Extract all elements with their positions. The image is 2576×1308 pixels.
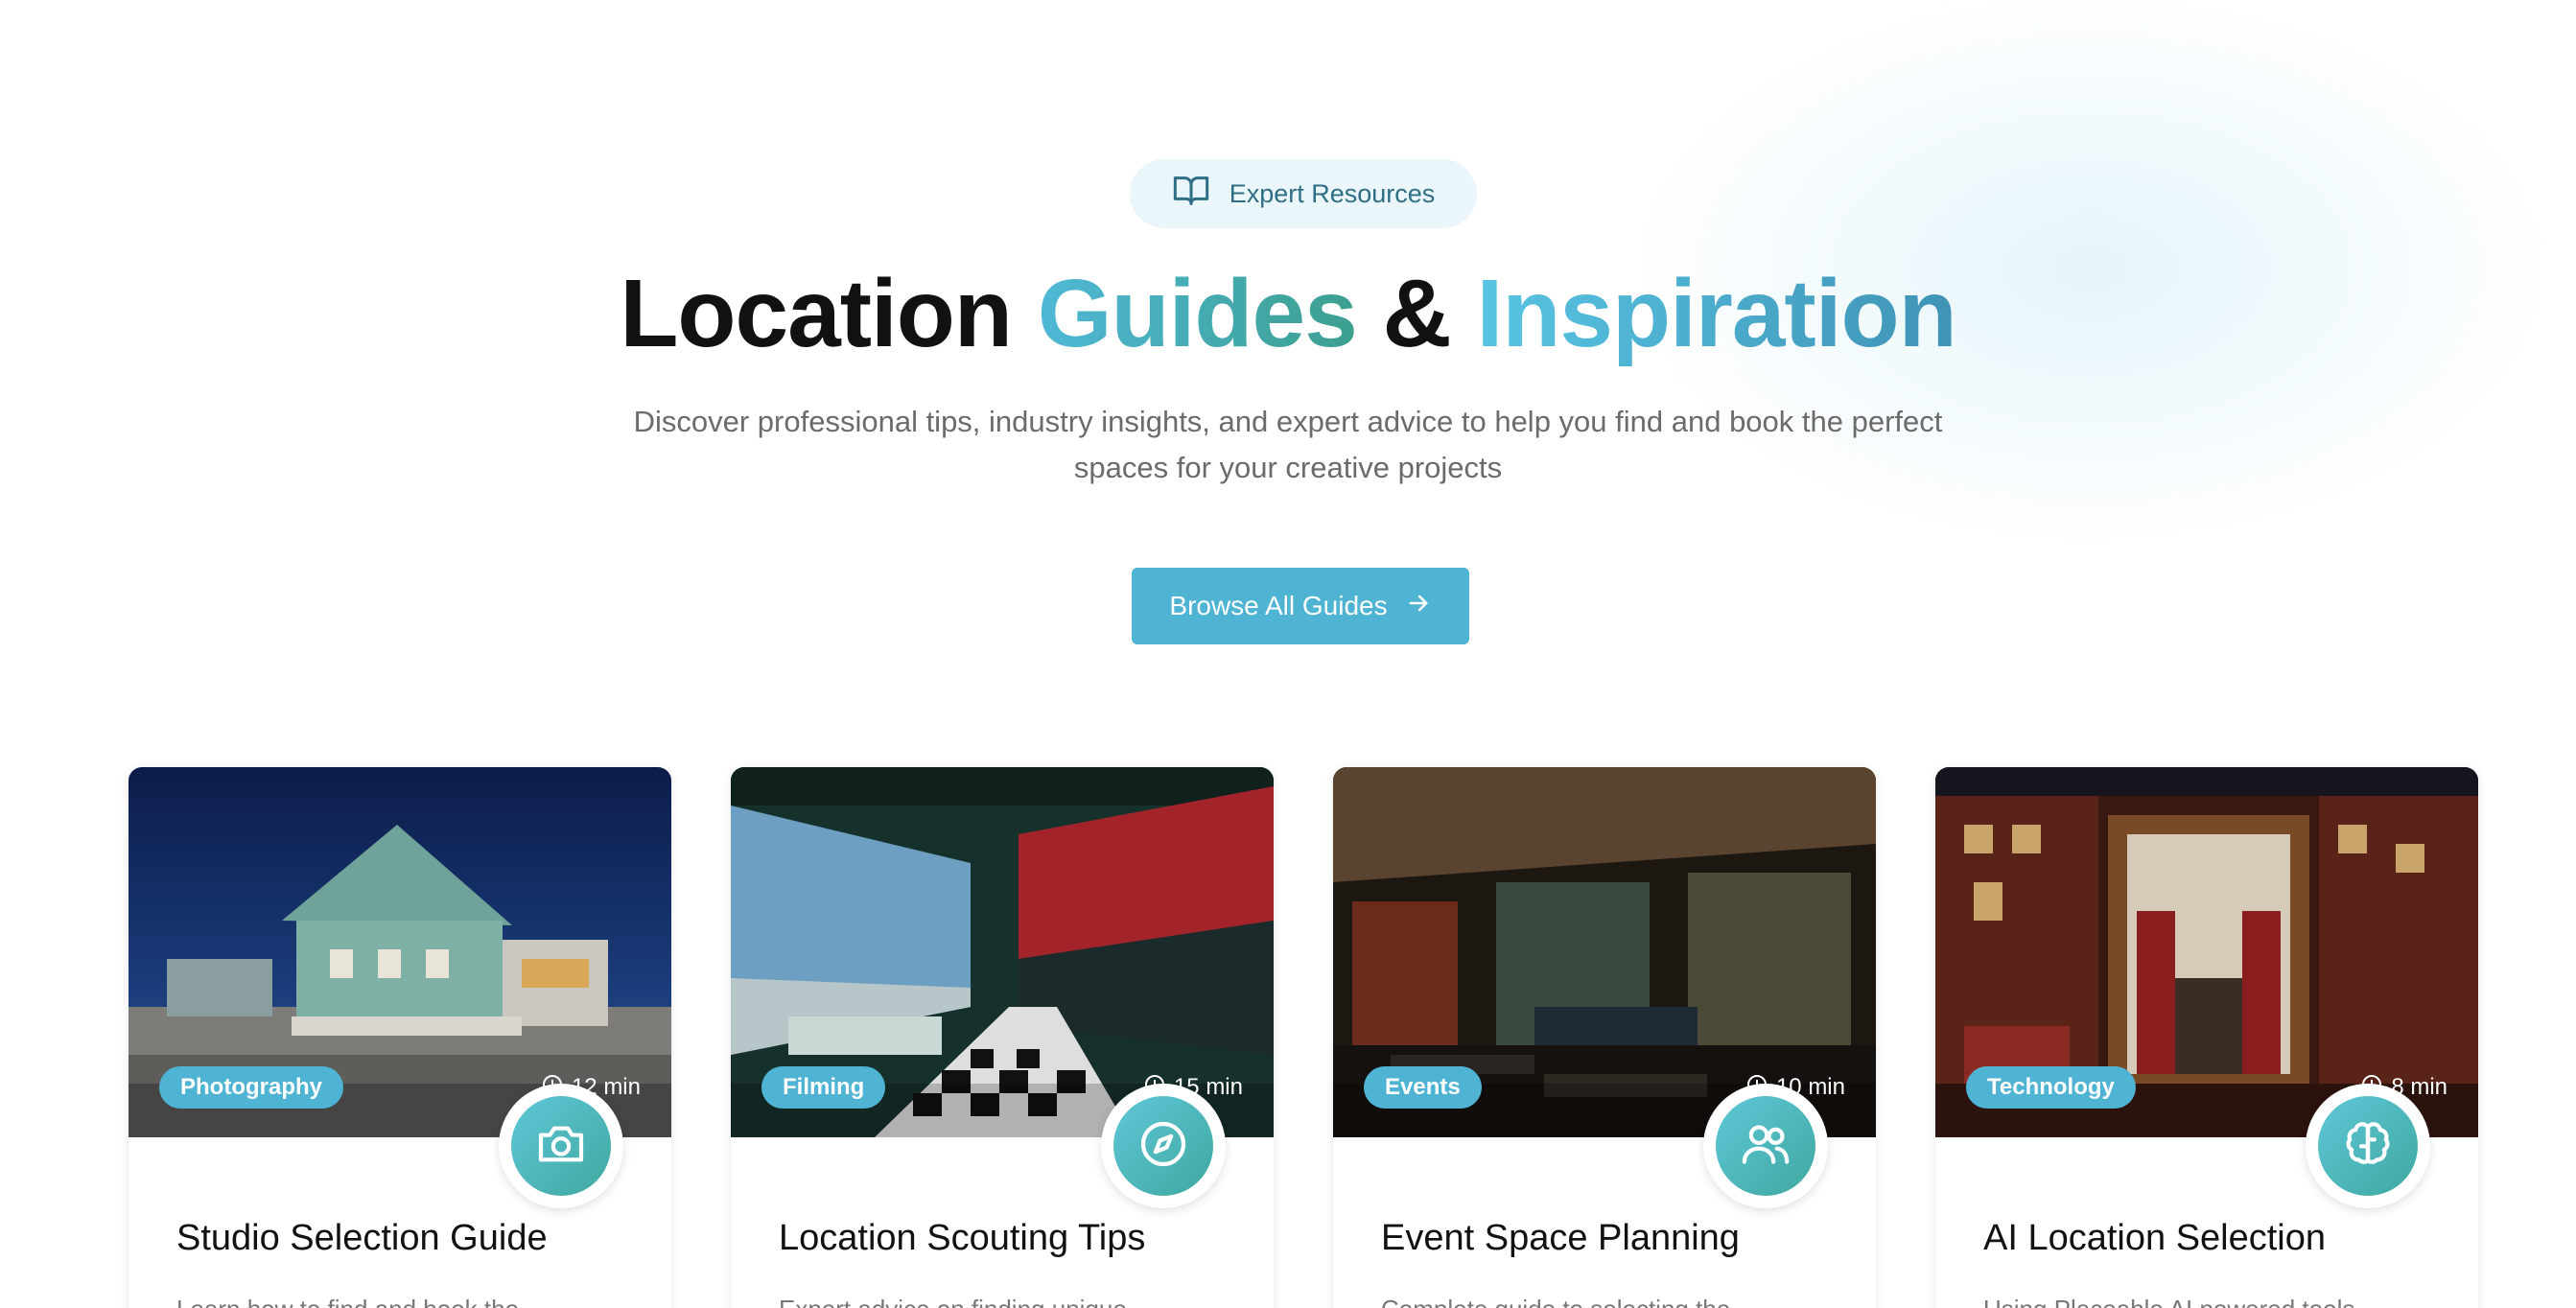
card-title: Event Space Planning <box>1381 1218 1740 1258</box>
browse-all-guides-button[interactable]: Browse All Guides <box>1132 568 1469 644</box>
arrow-right-icon <box>1405 590 1432 623</box>
card-title: AI Location Selection <box>1983 1218 2327 1258</box>
page-title: Location Guides & Inspiration <box>0 259 2576 369</box>
subtitle-line-1: Discover professional tips, industry ins… <box>633 405 1943 438</box>
book-open-icon <box>1172 172 1210 217</box>
card-description: Expert advice on finding unique <box>779 1295 1229 1308</box>
card-icon-badge <box>2306 1084 2430 1208</box>
title-inspiration: Inspiration <box>1476 260 1957 367</box>
card-icon-badge <box>1703 1084 1828 1208</box>
title-ampersand: & <box>1356 260 1477 367</box>
badge-label: Expert Resources <box>1229 178 1436 208</box>
guide-card-events[interactable]: Events 10 min Event Space Planning Compl… <box>1333 767 1876 1308</box>
card-description: Learn how to find and book the <box>176 1295 627 1308</box>
card-title: Location Scouting Tips <box>779 1218 1146 1258</box>
card-icon-badge <box>499 1084 623 1208</box>
category-badge: Events <box>1364 1066 1482 1109</box>
card-title: Studio Selection Guide <box>176 1218 548 1258</box>
users-icon <box>1739 1117 1792 1176</box>
guide-card-studio[interactable]: Photography 12 min Studio Selection Guid… <box>129 767 671 1308</box>
category-badge: Technology <box>1966 1066 2136 1109</box>
category-badge: Filming <box>761 1066 886 1109</box>
subtitle-line-2: spaces for your creative projects <box>1073 451 1503 484</box>
guide-card-scouting[interactable]: Filming 15 min Location Scouting Tips Ex… <box>731 767 1274 1308</box>
card-description: Complete guide to selecting the <box>1381 1295 1832 1308</box>
card-icon-badge <box>1101 1084 1226 1208</box>
title-guides: Guides <box>1037 260 1358 367</box>
guide-card-ai[interactable]: Technology 8 min AI Location Selection U… <box>1935 767 2478 1308</box>
card-description: Using Placeable AI powered tools <box>1983 1295 2434 1308</box>
compass-icon <box>1136 1117 1190 1176</box>
category-badge: Photography <box>159 1066 343 1109</box>
expert-resources-badge: Expert Resources <box>1130 159 1477 228</box>
camera-icon <box>534 1117 588 1176</box>
cta-label: Browse All Guides <box>1169 591 1388 620</box>
brain-icon <box>2341 1117 2395 1176</box>
title-location: Location <box>620 260 1038 367</box>
hero-subtitle: Discover professional tips, industry ins… <box>575 399 2001 491</box>
